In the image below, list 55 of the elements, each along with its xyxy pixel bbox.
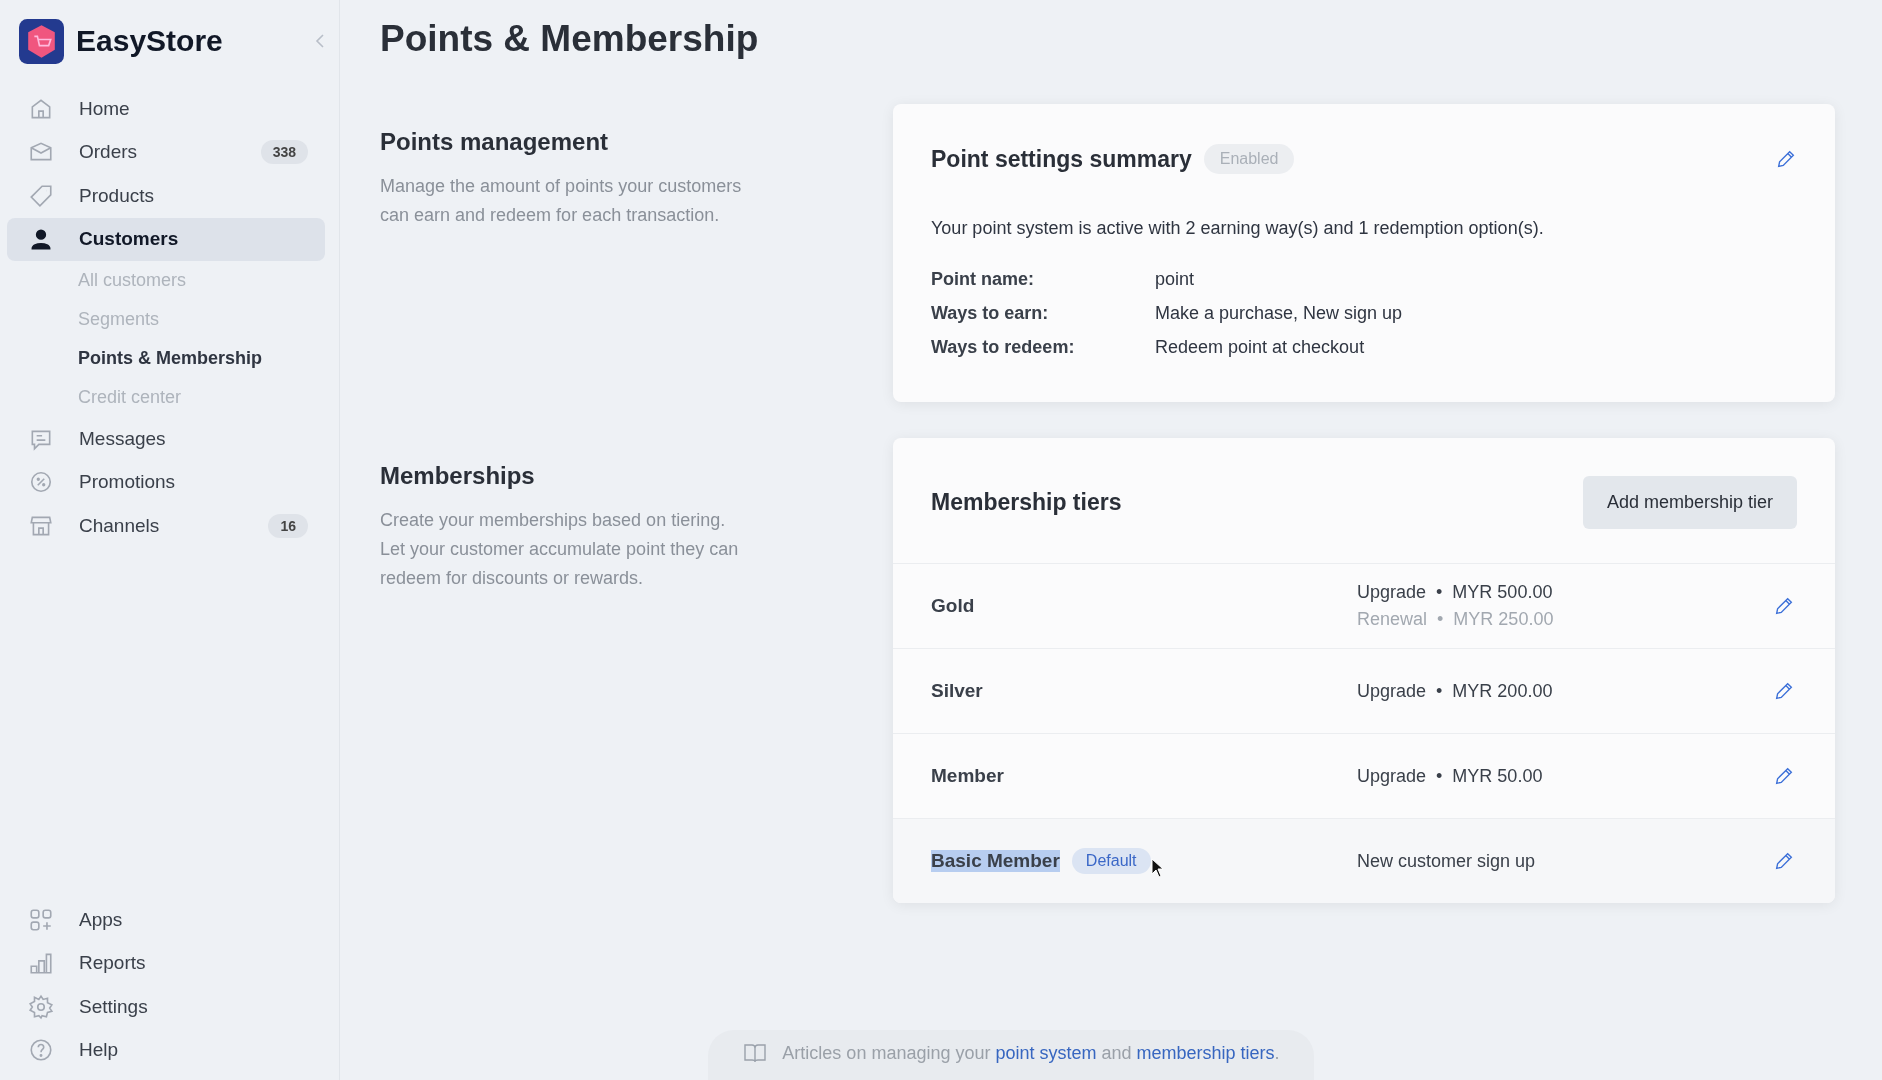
section-heading: Memberships (380, 462, 536, 490)
membership-tiers-link[interactable]: membership tiers (1136, 1042, 1275, 1063)
tier-name: Gold (931, 595, 975, 617)
nav-item[interactable]: Products (7, 174, 325, 218)
card-title: Point settings summary (931, 145, 1192, 173)
section-heading: Points management (380, 128, 610, 156)
nav-item[interactable]: Orders 338 (7, 130, 325, 174)
tier-price: Renewal • MYR 250.00 (1357, 609, 1554, 630)
add-membership-tier-button[interactable]: Add membership tier (1582, 476, 1797, 529)
tier-price: Upgrade • MYR 500.00 (1357, 582, 1554, 603)
book-icon (742, 1042, 769, 1064)
count-badge: 16 (268, 513, 308, 538)
detail-value: Make a purchase, New sign up (1155, 303, 1404, 324)
pencil-icon[interactable] (1775, 148, 1797, 170)
detail-label: Ways to redeem: (931, 337, 1076, 358)
nav-item[interactable]: Settings (7, 985, 325, 1029)
grid-plus-icon (28, 906, 54, 933)
card-title: Membership tiers (931, 489, 1122, 516)
nav-item[interactable]: Home (7, 87, 325, 131)
section-description: Create your memberships based on tiering. Let your customer accumulate point they can redeem for discounts or rewards. (380, 509, 740, 590)
default-badge: Default (1071, 848, 1151, 874)
page-title: Points & Membership (380, 18, 760, 60)
pencil-icon[interactable] (1773, 680, 1795, 702)
detail-value: point (1155, 269, 1196, 290)
pencil-icon[interactable] (1773, 765, 1795, 787)
store-logo-icon (19, 18, 64, 64)
subnav-item[interactable]: Points & Membership (7, 339, 325, 378)
pencil-icon[interactable] (1773, 850, 1795, 872)
point-system-link[interactable]: point system (995, 1042, 1097, 1063)
detail-value: Redeem point at checkout (1155, 337, 1366, 358)
tier-price: Upgrade • MYR 50.00 (1357, 765, 1543, 787)
settings-icon (28, 993, 54, 1020)
section-description: Manage the amount of points your customers can earn and redeem for each transaction. (380, 175, 743, 227)
nav-item[interactable]: Messages (7, 417, 325, 461)
tier-name: Silver (931, 680, 983, 702)
status-badge: Enabled (1203, 144, 1295, 174)
pencil-icon[interactable] (1773, 595, 1795, 617)
mouse-pointer-icon (1150, 858, 1165, 878)
detail-label: Ways to earn: (931, 303, 1050, 324)
nav-item[interactable]: Help (7, 1028, 325, 1072)
nav-item[interactable]: Reports (7, 941, 325, 985)
tier-price: Upgrade • MYR 200.00 (1357, 680, 1553, 702)
nav-item[interactable]: Channels 16 (7, 504, 325, 548)
detail-label: Point name: (931, 269, 1035, 290)
tier-price: New customer sign up (1357, 850, 1536, 872)
brand-name: EasyStore (76, 24, 223, 58)
nav-item[interactable]: Apps (7, 898, 325, 942)
tag-icon (28, 182, 54, 209)
count-badge: 338 (260, 140, 308, 165)
help-articles-text: Articles on managing your point system and membership tiers. (782, 1042, 1280, 1064)
summary-text: Your point system is active with 2 earning way(s) and 1 redemption option(s). (931, 218, 1545, 239)
nav-item[interactable]: Promotions (7, 460, 325, 504)
tier-name: Basic Member (931, 850, 1060, 872)
nav-item[interactable]: Customers (7, 217, 325, 261)
tier-name: Member (931, 765, 1004, 787)
